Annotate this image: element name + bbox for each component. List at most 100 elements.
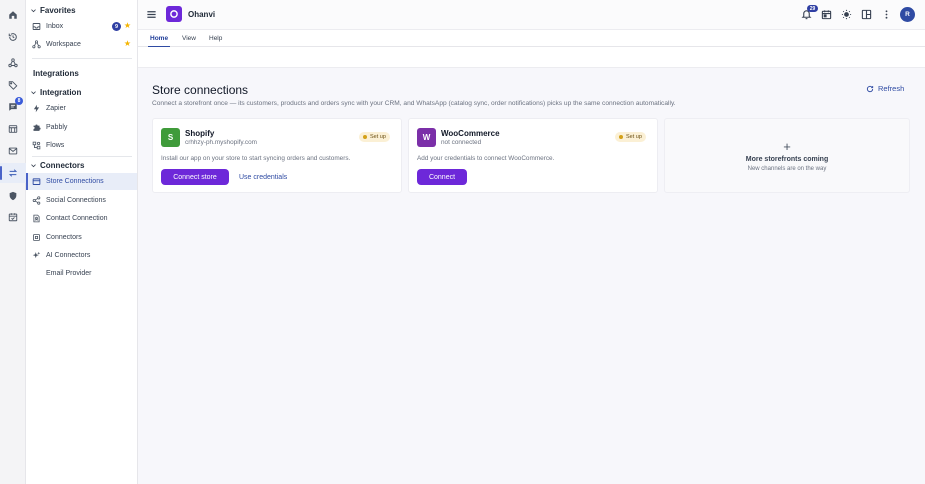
integration-header[interactable]: Integration: [30, 85, 81, 99]
top-header: Ohanvi 29 R: [138, 0, 925, 30]
rail-chat-badge: 8: [15, 97, 23, 105]
more-vertical-icon[interactable]: [881, 9, 892, 20]
star-icon[interactable]: ★: [124, 21, 131, 30]
more-storefronts-card: + More storefronts coming New channels a…: [664, 118, 910, 193]
mail-icon: [8, 146, 18, 156]
favorites-header[interactable]: Favorites: [30, 3, 76, 17]
favorites-title: Favorites: [40, 5, 76, 15]
integrations-title: Integrations: [33, 68, 79, 78]
status-dot-icon: [619, 135, 623, 139]
sidebar-item-email-provider[interactable]: Email Provider: [26, 265, 137, 282]
store-icon: [32, 177, 41, 186]
rail-shop[interactable]: [0, 119, 26, 139]
tab-home[interactable]: Home: [144, 30, 174, 48]
refresh-label: Refresh: [878, 84, 905, 93]
sidebar-item-label: AI Connectors: [46, 252, 91, 259]
sidebar-divider: [32, 58, 132, 59]
rail-history[interactable]: [0, 27, 26, 47]
tab-help[interactable]: Help: [203, 30, 228, 47]
nodes-icon: [8, 58, 18, 68]
store-card-shopify: S Shopify crhhzy-ph.myshopify.com Set up…: [152, 118, 402, 193]
layout-icon[interactable]: [861, 9, 872, 20]
sidebar-item-inbox[interactable]: Inbox 9 ★: [26, 18, 137, 35]
notification-count-badge: 29: [807, 5, 818, 12]
flow-icon: [32, 141, 41, 150]
workspace-icon: [32, 40, 41, 49]
coming-title: More storefronts coming: [745, 156, 829, 163]
status-label: Set up: [626, 134, 642, 140]
store-name: WooCommerce: [441, 129, 500, 138]
store-description: Install our app on your store to start s…: [161, 155, 351, 162]
plus-icon: +: [783, 139, 791, 154]
rail-mail[interactable]: [0, 141, 26, 161]
sidebar-item-flows[interactable]: Flows: [26, 137, 137, 154]
tab-view[interactable]: View: [176, 30, 202, 47]
sidebar-item-label: Flows: [46, 142, 65, 149]
history-icon: [8, 32, 18, 42]
connect-button[interactable]: Connect: [417, 169, 467, 185]
sidebar-item-social-connections[interactable]: Social Connections: [26, 192, 137, 209]
sidebar-item-label: Email Provider: [46, 270, 92, 277]
store-description: Add your credentials to connect WooComme…: [417, 155, 555, 162]
user-avatar[interactable]: R: [900, 7, 915, 22]
rail-transfer[interactable]: [0, 163, 26, 183]
rail-chat[interactable]: 8: [0, 97, 26, 117]
rail-home[interactable]: [0, 5, 26, 25]
menu-icon[interactable]: [146, 9, 157, 20]
blank-icon: [32, 269, 41, 278]
use-credentials-link[interactable]: Use credentials: [239, 169, 287, 185]
ribbon-tabs: Home View Help: [138, 30, 925, 48]
page-title: Store connections: [152, 83, 249, 97]
transfer-icon: [8, 168, 18, 178]
coming-subtitle: New channels are on the way: [747, 166, 827, 172]
refresh-icon: [866, 85, 874, 93]
integration-title: Integration: [40, 87, 82, 97]
connectors-header[interactable]: Connectors: [30, 158, 84, 172]
connect-store-button[interactable]: Connect store: [161, 169, 229, 185]
sidebar-item-label: Connectors: [46, 234, 82, 241]
ribbon-toolbar: [138, 47, 925, 68]
status-dot-icon: [363, 135, 367, 139]
chevron-down-icon: [30, 89, 37, 96]
sidebar-item-workspace[interactable]: Workspace ★: [26, 36, 137, 53]
share-icon: [32, 196, 41, 205]
status-label: Set up: [370, 134, 386, 140]
status-badge: Set up: [615, 132, 646, 142]
sidebar-item-label: Contact Connection: [46, 215, 108, 222]
page-subtitle: Connect a storefront once — its customer…: [152, 100, 676, 107]
calendar-icon[interactable]: [821, 9, 832, 20]
sidebar-item-store-connections[interactable]: Store Connections: [26, 173, 137, 190]
sidebar-item-label: Store Connections: [46, 178, 104, 185]
sidebar-item-label: Pabbly: [46, 124, 68, 131]
puzzle-icon: [32, 123, 41, 132]
refresh-button[interactable]: Refresh: [866, 84, 904, 93]
sidebar-item-contact-connection[interactable]: Contact Connection: [26, 210, 137, 227]
store-connection-state: not connected: [441, 139, 482, 146]
sidebar-item-pabbly[interactable]: Pabbly: [26, 119, 137, 136]
chevron-down-icon: [30, 7, 37, 14]
star-icon[interactable]: ★: [124, 39, 131, 48]
theme-sun-icon[interactable]: [841, 9, 852, 20]
rail-graph[interactable]: [0, 53, 26, 73]
rail-security[interactable]: [0, 186, 26, 206]
app-name: Ohanvi: [188, 10, 216, 19]
sidebar-item-label: Workspace: [46, 41, 81, 48]
contact-icon: [32, 214, 41, 223]
rail-tags[interactable]: [0, 75, 26, 95]
status-badge: Set up: [359, 132, 390, 142]
sparkle-icon: [32, 251, 41, 260]
sidebar-item-label: Social Connections: [46, 197, 106, 204]
sidebar-item-label: Zapier: [46, 105, 66, 112]
sidebar-item-ai-connectors[interactable]: AI Connectors: [26, 247, 137, 264]
rail-calendar[interactable]: [0, 207, 26, 227]
sidebar-item-label: Inbox: [46, 23, 64, 30]
chevron-down-icon: [30, 162, 37, 169]
sidebar-item-zapier[interactable]: Zapier: [26, 100, 137, 117]
nav-rail: 8: [0, 0, 26, 484]
app-logo[interactable]: [166, 6, 182, 22]
security-icon: [8, 191, 18, 201]
calendar-check-icon: [8, 212, 18, 222]
home-icon: [8, 10, 18, 20]
sidebar-item-connectors[interactable]: Connectors: [26, 229, 137, 246]
store-domain: crhhzy-ph.myshopify.com: [185, 139, 257, 146]
